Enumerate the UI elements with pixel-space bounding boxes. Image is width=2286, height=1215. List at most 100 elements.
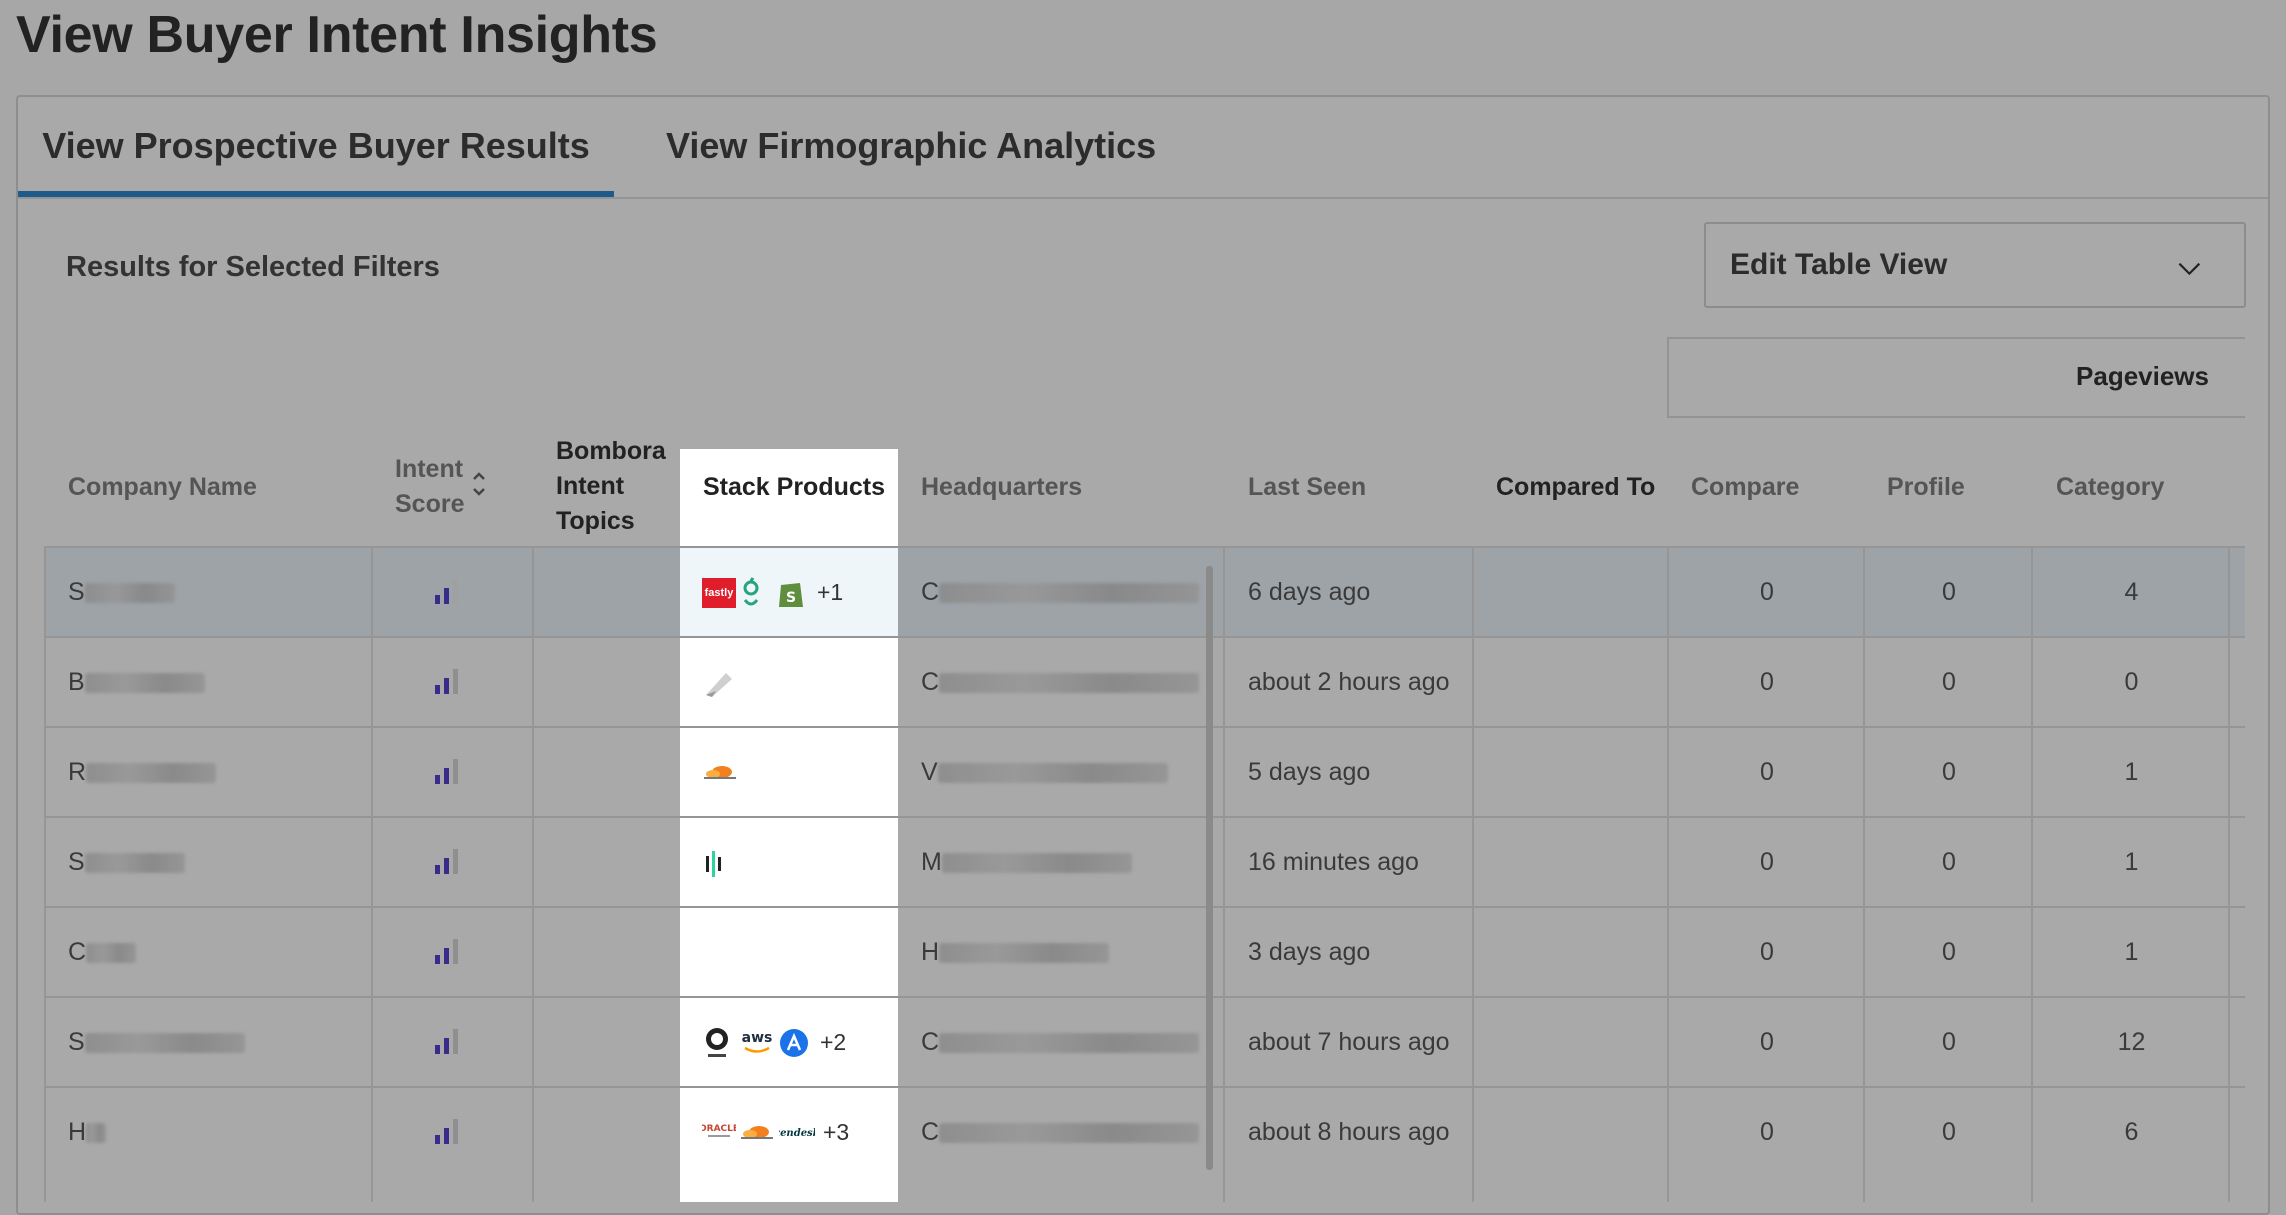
profile-count-cell: 0 [1942, 758, 1956, 786]
tab-bar: View Prospective Buyer Results View Firm… [18, 97, 2268, 199]
results-table: Sfastly S +1 C 6 days ago 0 0 4 B Cabout 2 hours … [44, 546, 2245, 1202]
column-divider [1667, 546, 1669, 1202]
headquarters-cell: M [921, 818, 1132, 906]
oracle-icon: ORACLE [702, 1118, 736, 1148]
compare-count-cell: 0 [1760, 578, 1774, 606]
last-seen-cell: 5 days ago [1248, 758, 1371, 786]
company-initial: S [68, 1028, 85, 1056]
company-name-cell[interactable]: R [68, 728, 217, 816]
header-bombora-line1: Bombora [556, 437, 666, 465]
stack-products-cell[interactable]: ORACLE zendesk +3 [680, 1088, 898, 1176]
headquarters-initial: C [921, 1118, 940, 1146]
header-compared-to: Compared To [1496, 473, 1656, 501]
company-name-cell[interactable]: S [68, 818, 185, 906]
redacted-text [939, 673, 1200, 694]
table-row[interactable]: S M 16 minutes ago 0 0 1 [44, 816, 2245, 906]
header-last-seen[interactable]: Last Seen [1248, 470, 1366, 505]
greenhouse-icon [739, 577, 763, 608]
stack-products-cell[interactable] [680, 728, 898, 816]
last-seen-cell: about 7 hours ago [1248, 1028, 1450, 1056]
compare-count-cell: 0 [1760, 938, 1774, 966]
category-count-cell: 1 [2124, 938, 2139, 966]
stack-products-cell[interactable]: fastly S +1 [680, 548, 898, 636]
aws-icon: aws [739, 1028, 775, 1058]
redacted-text [939, 1033, 1200, 1054]
tab-prospective-buyer-results[interactable]: View Prospective Buyer Results [18, 97, 614, 197]
company-name-cell[interactable]: B [68, 638, 205, 726]
compare-count-cell: 0 [1760, 758, 1774, 786]
stack-products-cell[interactable]: aws +2 [680, 998, 898, 1086]
pen-tool-icon [702, 668, 736, 698]
header-intent-score-line2[interactable]: Score [395, 487, 464, 522]
category-count-cell: 1 [2124, 758, 2139, 786]
headquarters-cell: C [921, 638, 1200, 726]
stack-more-count[interactable]: +2 [820, 998, 846, 1086]
compare-count-cell: 0 [1760, 668, 1774, 696]
cloudflare-icon [702, 758, 738, 788]
header-compare[interactable]: Compare [1691, 470, 1799, 505]
results-label: Results for Selected Filters [66, 251, 440, 283]
headquarters-initial: V [921, 758, 938, 786]
header-intent-score-line1[interactable]: Intent [395, 452, 463, 487]
table-row[interactable]: Saws +2 Cabout 7 hours ago 0 0 12 [44, 996, 2245, 1086]
header-stack-products[interactable]: Stack Products [703, 470, 885, 505]
last-seen-cell: about 2 hours ago [1248, 668, 1450, 696]
compare-count-cell: 0 [1760, 848, 1774, 876]
redacted-text [86, 763, 217, 784]
company-name-cell[interactable]: H [68, 1088, 107, 1176]
column-divider [532, 546, 534, 1202]
stack-products-cell[interactable] [680, 818, 898, 906]
category-count-cell: 1 [2124, 848, 2139, 876]
header-category[interactable]: Category [2056, 470, 2164, 505]
chevron-down-icon: ⌵ [2178, 249, 2200, 280]
company-name-cell[interactable]: S [68, 998, 245, 1086]
zendesk-icon: zendesk [779, 1118, 815, 1148]
redacted-text [939, 583, 1200, 604]
table-row[interactable]: B Cabout 2 hours ago 0 0 0 [44, 636, 2245, 726]
header-headquarters[interactable]: Headquarters [921, 470, 1082, 505]
company-name-cell[interactable]: S [68, 548, 175, 636]
intent-score-icon [435, 1118, 465, 1144]
mailchimp-icon [702, 1028, 732, 1058]
profile-count-cell: 0 [1942, 848, 1956, 876]
table-row[interactable]: H ORACLE zendesk +3 Cabout 8 hours ago 0 0 6 [44, 1086, 2245, 1176]
last-seen-cell: 3 days ago [1248, 938, 1371, 966]
headquarters-cell: C [921, 998, 1200, 1086]
tab-firmographic-analytics[interactable]: View Firmographic Analytics [666, 97, 1156, 197]
header-profile[interactable]: Profile [1887, 470, 1965, 505]
column-divider [1472, 546, 1474, 1202]
last-seen-cell: about 8 hours ago [1248, 1118, 1450, 1146]
compare-count-cell: 0 [1760, 1118, 1774, 1146]
company-initial: S [68, 848, 85, 876]
header-bombora-line2: Intent [556, 472, 625, 500]
company-initial: C [68, 938, 87, 966]
edit-table-view-dropdown[interactable]: Edit Table View ⌵ [1704, 222, 2246, 308]
header-company-name[interactable]: Company Name [68, 470, 257, 505]
table-row[interactable]: R V 5 days ago 0 0 1 [44, 726, 2245, 816]
svg-text:S: S [786, 590, 796, 606]
stack-products-cell[interactable] [680, 908, 898, 996]
headquarters-cell: H [921, 908, 1110, 996]
last-seen-cell: 6 days ago [1248, 578, 1371, 606]
svg-text:aws: aws [742, 1030, 773, 1046]
headquarters-initial: H [921, 938, 940, 966]
headquarters-scrollbar[interactable] [1206, 566, 1213, 1170]
table-row[interactable]: Sfastly S +1 C 6 days ago 0 0 4 [44, 546, 2245, 636]
page-title: View Buyer Intent Insights [16, 6, 658, 64]
redacted-text [941, 853, 1132, 874]
stack-more-count[interactable]: +1 [817, 548, 843, 636]
sort-icon[interactable] [471, 469, 487, 501]
stack-more-count[interactable]: +3 [823, 1088, 849, 1176]
headquarters-initial: C [921, 668, 940, 696]
intent-score-icon [435, 938, 465, 964]
column-divider [1223, 546, 1225, 1202]
table-row[interactable]: C H 3 days ago 0 0 1 [44, 906, 2245, 996]
category-count-cell: 0 [2124, 668, 2139, 696]
header-bombora-line3: Topics [556, 507, 635, 535]
stack-products-cell[interactable] [680, 638, 898, 726]
compare-count-cell: 0 [1760, 1028, 1774, 1056]
company-name-cell[interactable]: C [68, 908, 137, 996]
profile-count-cell: 0 [1942, 1118, 1956, 1146]
profile-count-cell: 0 [1942, 938, 1956, 966]
profile-count-cell: 0 [1942, 578, 1956, 606]
